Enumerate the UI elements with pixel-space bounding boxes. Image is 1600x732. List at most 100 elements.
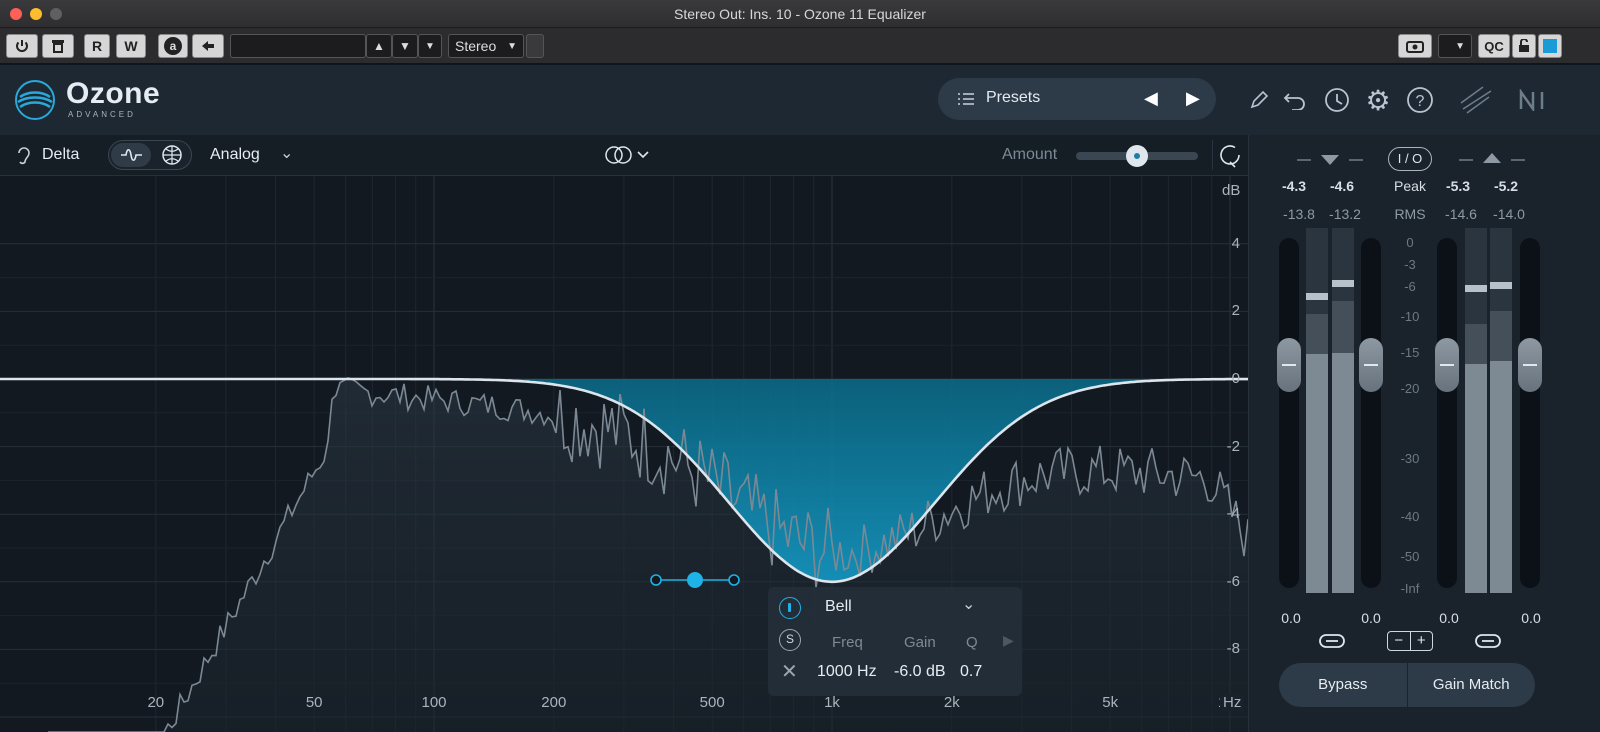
input-gain-fader-left[interactable] <box>1277 238 1301 588</box>
eq-graph-canvas[interactable] <box>0 176 1248 732</box>
pencil-icon[interactable] <box>1246 87 1272 113</box>
rms-label: RMS <box>1394 206 1426 222</box>
arrow-left-icon <box>202 41 214 51</box>
band-solo-button[interactable]: S <box>779 629 801 651</box>
mode-select[interactable]: Analog <box>210 146 260 164</box>
chevron-right-icon[interactable]: ▶ <box>1003 632 1014 649</box>
band-shape-select[interactable]: Bell <box>825 598 852 616</box>
settings-gear-icon[interactable]: ⚙ <box>1362 85 1394 116</box>
q-value[interactable]: 0.7 <box>960 663 982 681</box>
output-meter-right <box>1490 228 1512 593</box>
snapshot-button[interactable] <box>1398 34 1432 58</box>
native-instruments-logo-icon[interactable] <box>1516 87 1556 113</box>
ozone-logo: Ozone ADVANCED <box>14 77 214 121</box>
history-icon[interactable] <box>1320 85 1352 115</box>
meter-scale-label: -50 <box>1400 549 1420 564</box>
output-gain-left-value[interactable]: 0.0 <box>1431 610 1467 626</box>
freq-value[interactable]: 1000 Hz <box>817 663 877 681</box>
meter-scale-label: -Inf <box>1400 581 1420 596</box>
freq-tick-label: 200 <box>541 694 567 711</box>
gain-value[interactable]: -6.0 dB <box>894 663 946 681</box>
band-node-handle[interactable] <box>687 572 703 588</box>
preset-down-button[interactable]: ▼ <box>392 34 418 58</box>
preset-up-button[interactable]: ▲ <box>366 34 392 58</box>
preset-name-field[interactable] <box>230 34 366 58</box>
global-view-button[interactable] <box>153 143 191 167</box>
panel-toggle-button[interactable] <box>1538 34 1562 58</box>
amount-slider-thumb[interactable] <box>1126 145 1148 167</box>
output-gain-fader-left[interactable] <box>1435 238 1459 588</box>
stereo-mode-button[interactable] <box>604 144 654 166</box>
plus-icon[interactable]: + <box>1411 632 1433 650</box>
read-automation-button[interactable]: R <box>84 34 110 58</box>
input-fader-knob-left[interactable] <box>1277 338 1301 392</box>
meter-scale: 0 -3 -6 -10 -15 -20 -30 -40 -50 -Inf <box>1385 235 1435 605</box>
gain-offset-stepper[interactable]: − + <box>1387 631 1433 651</box>
input-link-button[interactable] <box>1317 632 1347 650</box>
automation-mode-label: a <box>164 37 182 55</box>
channel-select[interactable]: Stereo ▼ <box>448 34 524 58</box>
bypass-button[interactable]: Bypass <box>1279 663 1408 707</box>
output-fader-knob-left[interactable] <box>1435 338 1459 392</box>
reset-button[interactable] <box>1212 140 1244 170</box>
previous-preset-button[interactable] <box>192 34 224 58</box>
output-link-button[interactable] <box>1473 632 1503 650</box>
input-fader-knob-right[interactable] <box>1359 338 1383 392</box>
gain-label: Gain <box>904 634 936 651</box>
izotope-logo-icon[interactable] <box>1456 83 1498 117</box>
output-fader-knob-right[interactable] <box>1518 338 1542 392</box>
meter-scale-label: -30 <box>1400 451 1420 466</box>
amount-slider[interactable] <box>1076 145 1198 167</box>
help-icon[interactable]: ? <box>1404 85 1436 115</box>
power-icon <box>788 603 791 612</box>
automation-mode-button[interactable]: a <box>158 34 188 58</box>
band-enable-button[interactable] <box>779 597 801 619</box>
band-q-right-handle[interactable] <box>728 574 740 586</box>
next-preset-arrow[interactable]: ▶ <box>1186 88 1200 109</box>
eq-curve-view-button[interactable] <box>111 143 151 167</box>
chevron-down-icon[interactable]: ⌄ <box>962 594 975 614</box>
freq-tick-label: 1k <box>824 694 840 711</box>
dropdown-icon: ▼ <box>425 40 435 52</box>
input-gain-right-value[interactable]: 0.0 <box>1353 610 1389 626</box>
preset-menu-button[interactable]: ▼ <box>418 34 442 58</box>
power-button[interactable] <box>6 34 38 58</box>
previous-preset-arrow[interactable]: ◀ <box>1144 88 1158 109</box>
io-toggle-button[interactable]: I / O <box>1388 147 1432 171</box>
compare-button[interactable] <box>42 34 74 58</box>
stereo-link-icon <box>605 146 649 164</box>
gain-match-button[interactable]: Gain Match <box>1408 663 1536 707</box>
input-peak-right: -4.6 <box>1329 178 1355 194</box>
ozone-header: Ozone ADVANCED Presets ◀ ▶ ⚙ ? <box>0 65 1600 135</box>
presets-bar[interactable]: Presets ◀ ▶ <box>938 78 1216 120</box>
band-remove-icon[interactable]: ✕ <box>781 659 798 684</box>
lock-button[interactable] <box>1512 34 1536 58</box>
minus-icon[interactable]: − <box>1388 632 1411 650</box>
output-peak-right: -5.2 <box>1493 178 1519 194</box>
input-meter-left <box>1306 228 1328 593</box>
arrow-down-icon: ▼ <box>399 39 411 53</box>
snapshot-menu[interactable]: ▼ <box>1438 34 1472 58</box>
db-tick-label: -4 <box>1226 505 1240 523</box>
compare-icon <box>52 40 64 53</box>
band-q-left-handle[interactable] <box>650 574 662 586</box>
panel-icon <box>1543 39 1557 53</box>
undo-icon[interactable] <box>1280 87 1310 113</box>
channel-link-button[interactable] <box>526 34 544 58</box>
chevron-down-icon[interactable]: ⌄ <box>280 143 293 163</box>
output-gain-fader-right[interactable] <box>1518 238 1542 588</box>
meter-scale-label: -3 <box>1404 257 1416 272</box>
output-gain-right-value[interactable]: 0.0 <box>1513 610 1549 626</box>
input-triangle-icon <box>1321 155 1339 165</box>
write-automation-button[interactable]: W <box>116 34 146 58</box>
input-meter-right <box>1332 228 1354 593</box>
qc-button[interactable]: QC <box>1478 34 1510 58</box>
input-gain-fader-right[interactable] <box>1359 238 1383 588</box>
eq-graph[interactable]: dB 420-2-4-6-8 20501002005001k2k5k10k Hz… <box>0 176 1248 732</box>
input-gain-left-value[interactable]: 0.0 <box>1273 610 1309 626</box>
refresh-icon <box>1220 145 1240 168</box>
eq-toolbar: Delta Analog ⌄ Amount <box>0 135 1248 176</box>
input-peak-left: -4.3 <box>1281 178 1307 194</box>
delta-toggle[interactable]: Delta <box>42 146 79 164</box>
peak-label: Peak <box>1394 178 1426 194</box>
